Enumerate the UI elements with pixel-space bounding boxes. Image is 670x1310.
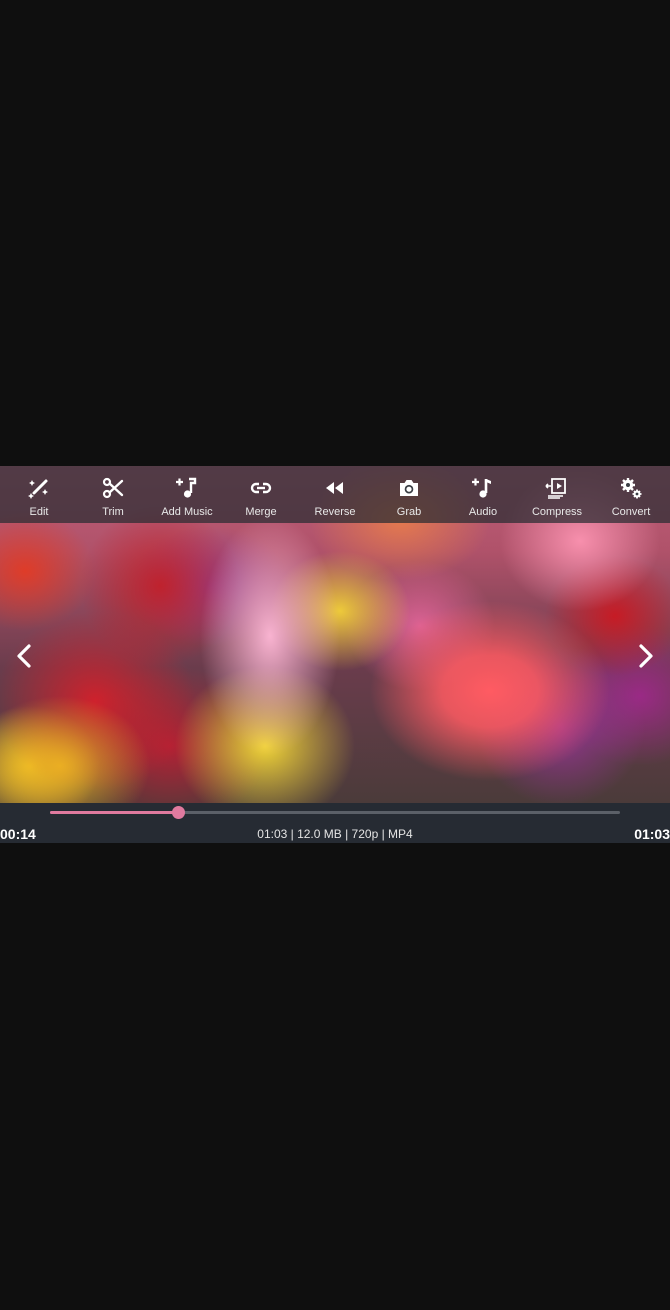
edit-label: Edit bbox=[29, 506, 49, 518]
video-info: 01:03 | 12.0 MB | 720p | MP4 bbox=[257, 827, 413, 841]
compress-button[interactable]: Compress bbox=[521, 466, 593, 518]
trim-button[interactable]: Trim bbox=[77, 466, 149, 518]
trim-label: Trim bbox=[102, 506, 124, 518]
audio-note-icon bbox=[472, 478, 491, 498]
seek-progress bbox=[50, 811, 179, 814]
gears-icon bbox=[621, 478, 642, 499]
video-player: Edit Trim Add Music Merge Reverse Grab A… bbox=[0, 466, 670, 843]
compress-icon bbox=[545, 478, 566, 499]
add-music-button[interactable]: Add Music bbox=[151, 466, 223, 518]
chevron-left-icon[interactable] bbox=[10, 641, 40, 671]
chevron-right-icon[interactable] bbox=[630, 641, 660, 671]
compress-label: Compress bbox=[531, 506, 583, 518]
reverse-button[interactable]: Reverse bbox=[299, 466, 371, 518]
link-icon bbox=[250, 482, 272, 494]
add-music-label: Add Music bbox=[161, 506, 213, 518]
playback-bar: 00:14 01:03 | 12.0 MB | 720p | MP4 01:03 bbox=[0, 803, 670, 843]
scissors-icon bbox=[102, 477, 124, 499]
reverse-label: Reverse bbox=[314, 506, 356, 518]
merge-label: Merge bbox=[245, 506, 277, 518]
total-time: 01:03 bbox=[634, 826, 670, 842]
seek-bar[interactable] bbox=[50, 806, 620, 819]
grab-label: Grab bbox=[396, 506, 422, 518]
convert-button[interactable]: Convert bbox=[595, 466, 667, 518]
music-add-icon bbox=[176, 477, 197, 498]
merge-button[interactable]: Merge bbox=[225, 466, 297, 518]
audio-label: Audio bbox=[468, 506, 498, 518]
screen: Edit Trim Add Music Merge Reverse Grab A… bbox=[0, 0, 670, 1310]
magic-wand-icon bbox=[28, 479, 48, 499]
tool-bar: Edit Trim Add Music Merge Reverse Grab A… bbox=[0, 466, 670, 523]
grab-button[interactable]: Grab bbox=[373, 466, 445, 518]
audio-button[interactable]: Audio bbox=[447, 466, 519, 518]
convert-label: Convert bbox=[611, 506, 651, 518]
seek-thumb[interactable] bbox=[172, 806, 186, 819]
rewind-icon bbox=[326, 482, 343, 494]
edit-button[interactable]: Edit bbox=[3, 466, 75, 518]
camera-icon bbox=[400, 480, 418, 496]
